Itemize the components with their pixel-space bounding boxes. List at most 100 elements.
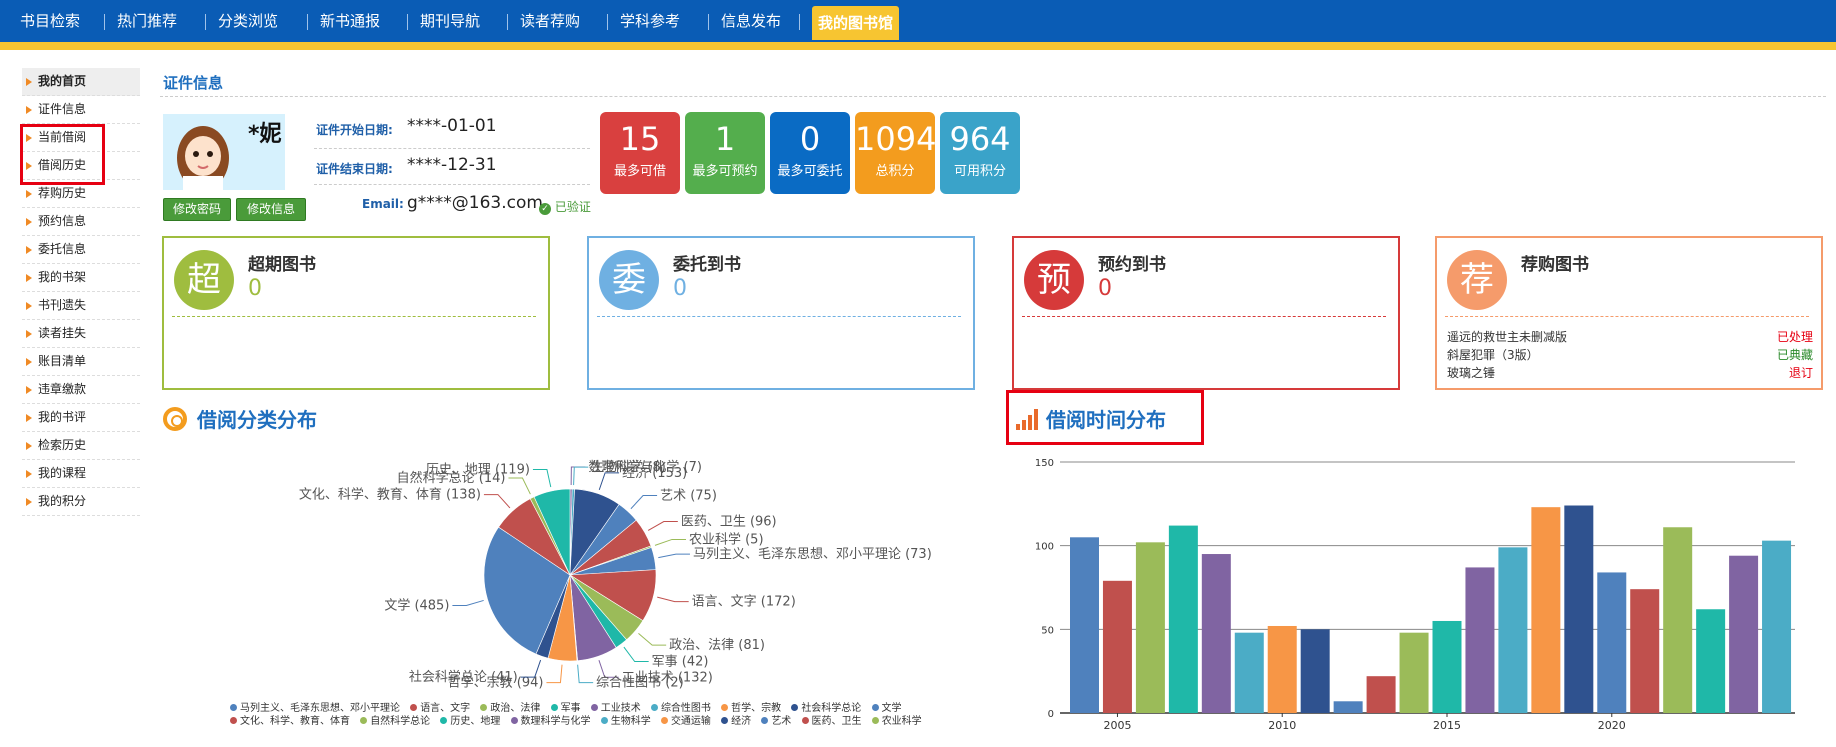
bar[interactable]	[1498, 547, 1528, 713]
recommend-title[interactable]: 玻璃之锤	[1447, 364, 1495, 381]
stat-box-3[interactable]: 1094 总积分	[855, 112, 936, 194]
pie-label-line	[598, 472, 620, 491]
legend-item[interactable]: 数理科学与化学	[510, 716, 591, 727]
edit-info-button[interactable]: 修改信息	[236, 198, 306, 221]
sidebar-item-13[interactable]: 检索历史	[22, 432, 140, 460]
sidebar-item-5[interactable]: 预约信息	[22, 208, 140, 236]
card-title[interactable]: 预约到书	[1098, 250, 1166, 275]
bar[interactable]	[1135, 542, 1165, 713]
bar[interactable]	[1070, 537, 1099, 713]
bar[interactable]	[1729, 555, 1759, 713]
stat-box-4[interactable]: 964 可用积分	[940, 112, 1020, 194]
sidebar-item-15[interactable]: 我的积分	[22, 488, 140, 516]
pie-label-line	[483, 494, 511, 509]
bar[interactable]	[1168, 525, 1198, 713]
legend-item[interactable]: 语言、文字	[410, 703, 470, 714]
sidebar-item-11[interactable]: 违章缴款	[22, 376, 140, 404]
sidebar-item-10[interactable]: 账目清单	[22, 348, 140, 376]
recommend-status: 退订	[1788, 366, 1813, 380]
sidebar-item-0[interactable]: 我的首页	[22, 68, 140, 96]
time-chart-title: 借阅时间分布	[1046, 408, 1166, 432]
legend-item[interactable]: 工业技术	[590, 703, 641, 714]
sidebar-item-label: 违章缴款	[38, 382, 87, 396]
legend-dot-icon	[510, 717, 518, 724]
stat-box-2[interactable]: 0 最多可委托	[770, 112, 850, 194]
bar[interactable]	[1201, 554, 1231, 713]
legend-label: 军事	[560, 703, 581, 714]
sidebar-item-8[interactable]: 书刊遗失	[22, 292, 140, 320]
bar[interactable]	[1300, 629, 1330, 713]
bar[interactable]	[1696, 609, 1726, 713]
change-password-button[interactable]: 修改密码	[163, 198, 231, 221]
card-icon: 预	[1024, 250, 1084, 310]
legend-item[interactable]: 生物科学	[600, 716, 651, 727]
sidebar-item-9[interactable]: 读者挂失	[22, 320, 140, 348]
category-chart-title: 借阅分类分布	[197, 408, 317, 432]
bar[interactable]	[1234, 632, 1264, 713]
legend-item[interactable]: 军事	[550, 703, 581, 714]
recommend-title[interactable]: 遥远的救世主未删减版	[1447, 328, 1567, 345]
card-title[interactable]: 荐购图书	[1521, 250, 1589, 275]
summary-card-0: 超超期图书 0	[162, 236, 550, 390]
legend-item[interactable]: 文化、科学、教育、体育	[230, 716, 350, 727]
bar[interactable]	[1531, 507, 1561, 713]
legend-item[interactable]: 哲学、宗教	[721, 703, 781, 714]
legend-item[interactable]: 历史、地理	[440, 716, 500, 727]
stat-label: 最多可借	[613, 164, 666, 179]
sidebar-item-label: 荐购历史	[38, 186, 87, 200]
top-nav-band	[0, 42, 1836, 50]
card-title[interactable]: 超期图书	[248, 250, 316, 275]
nav-item-3[interactable]: 新书通报	[320, 10, 380, 32]
legend-item[interactable]: 马列主义、毛泽东思想、邓小平理论	[230, 703, 400, 714]
legend-item[interactable]: 自然科学总论	[360, 716, 430, 727]
nav-item-8[interactable]: 我的图书馆	[812, 6, 900, 40]
arrow-icon	[26, 442, 32, 450]
bar[interactable]	[1762, 540, 1792, 713]
bar[interactable]	[1465, 567, 1495, 713]
legend-item[interactable]: 交通运输	[660, 716, 711, 727]
nav-item-1[interactable]: 热门推荐	[117, 10, 177, 32]
divider	[314, 148, 590, 149]
legend-item[interactable]: 经济	[721, 716, 751, 727]
bar[interactable]	[1267, 625, 1297, 713]
pie-slice-label: 军事 (42)	[652, 654, 709, 669]
sidebar-item-7[interactable]: 我的书架	[22, 264, 140, 292]
legend-item[interactable]: 艺术	[761, 716, 791, 727]
legend-item[interactable]: 社会科学总论	[791, 703, 861, 714]
sidebar-item-1[interactable]: 证件信息	[22, 96, 140, 124]
nav-item-0[interactable]: 书目检索	[20, 10, 80, 32]
nav-item-5[interactable]: 读者荐购	[520, 10, 580, 32]
bar[interactable]	[1432, 620, 1462, 713]
legend-item[interactable]: 医药、卫生	[801, 716, 862, 727]
bar[interactable]	[1366, 676, 1396, 713]
legend-item[interactable]: 文学	[871, 703, 902, 714]
bar[interactable]	[1399, 632, 1429, 713]
legend-label: 自然科学总论	[370, 716, 431, 727]
card-icon: 荐	[1447, 250, 1507, 310]
legend-item[interactable]: 综合性图书	[650, 703, 711, 714]
sidebar-item-14[interactable]: 我的课程	[22, 460, 140, 488]
bar[interactable]	[1333, 701, 1363, 713]
sidebar-item-6[interactable]: 委托信息	[22, 236, 140, 264]
legend-dot-icon	[440, 717, 448, 724]
legend-item[interactable]: 农业科学	[871, 716, 922, 727]
bar[interactable]	[1630, 589, 1660, 713]
category-pie-chart: 数理科学与化学 (7)生物科学 (8)经济 (153)艺术 (75)医药、卫生 …	[299, 459, 932, 691]
bar[interactable]	[1597, 572, 1627, 713]
bar[interactable]	[1102, 580, 1132, 713]
sidebar-item-12[interactable]: 我的书评	[22, 404, 140, 432]
nav-item-2[interactable]: 分类浏览	[218, 10, 278, 32]
recommend-title[interactable]: 斜屋犯罪（3版）	[1447, 346, 1539, 363]
bar[interactable]	[1663, 527, 1693, 713]
pie-slice-label: 艺术 (75)	[660, 488, 717, 503]
nav-item-4[interactable]: 期刊导航	[420, 10, 480, 32]
nav-item-6[interactable]: 学科参考	[620, 10, 680, 32]
nav-item-7[interactable]: 信息发布	[721, 10, 781, 32]
bar[interactable]	[1564, 505, 1594, 713]
card-title[interactable]: 委托到书	[673, 250, 741, 275]
legend-dot-icon	[871, 717, 879, 724]
stat-box-1[interactable]: 1 最多可预约	[685, 112, 765, 194]
pie-slice-label: 语言、文字 (172)	[692, 595, 796, 610]
stat-box-0[interactable]: 15 最多可借	[600, 112, 680, 194]
legend-item[interactable]: 政治、法律	[480, 703, 540, 714]
